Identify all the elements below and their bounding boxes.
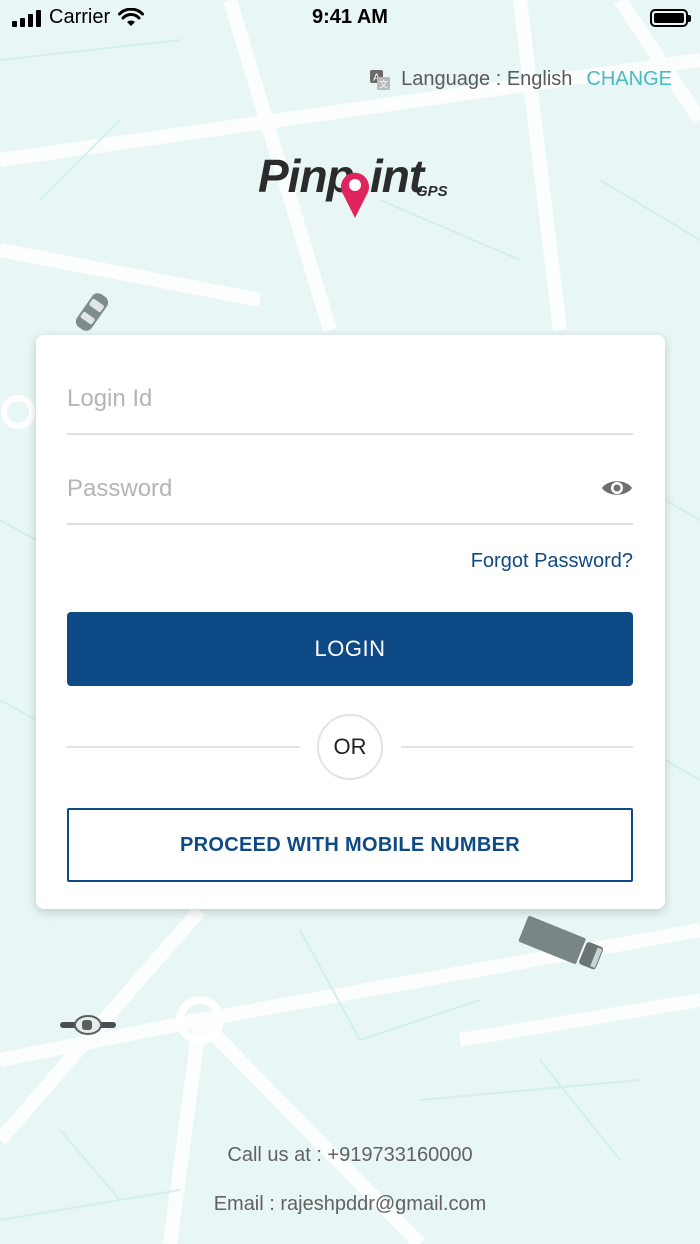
motorbike-icon [60,1015,116,1035]
or-divider-right [401,746,633,748]
language-selector: A 文 Language : English CHANGE [369,68,672,91]
login-id-field [67,345,633,435]
or-divider-left [67,746,300,748]
email-text: Email : rajeshpddr@gmail.com [213,1193,487,1215]
login-button[interactable]: LOGIN [67,612,633,686]
or-divider-label: OR [317,714,383,780]
language-label: Language : English [401,68,573,90]
forgot-password-link[interactable]: Forgot Password? [471,550,633,573]
login-id-input[interactable] [67,385,567,413]
svg-text:文: 文 [379,78,388,90]
change-language-link[interactable]: CHANGE [586,68,672,91]
eye-icon[interactable] [601,477,633,499]
login-card: Forgot Password? LOGIN OR PROCEED WITH M… [36,335,665,909]
password-input[interactable] [67,475,567,503]
truck-icon [518,915,604,970]
call-us-text: Call us at : +919733160000 [227,1144,473,1166]
battery-icon [650,9,691,27]
pinpoint-gps-logo: Pinp int GPS [258,150,448,218]
proceed-with-mobile-button[interactable]: PROCEED WITH MOBILE NUMBER [67,808,633,882]
car-icon [75,293,109,331]
password-field [67,435,633,525]
svg-text:Pinp: Pinp [258,150,354,202]
svg-text:GPS: GPS [416,183,448,200]
translate-icon: A 文 [370,69,391,90]
status-bar: Carrier 9:41 AM [0,0,700,36]
status-time: 9:41 AM [312,6,388,28]
